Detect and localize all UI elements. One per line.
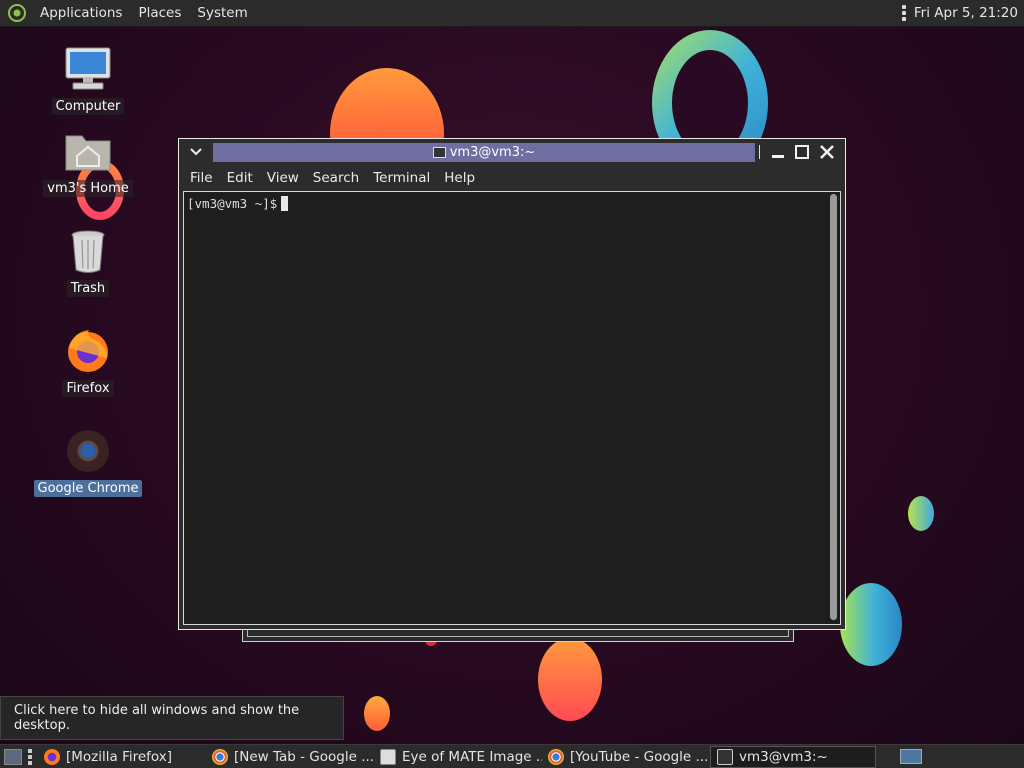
wallpaper-small-orange-blob — [364, 696, 390, 731]
bottom-panel: [Mozilla Firefox] [New Tab - Google ... … — [0, 744, 1024, 768]
desktop-icon-home[interactable]: vm3's Home — [33, 126, 143, 197]
chevron-down-icon — [190, 148, 202, 156]
terminal-scrollbar[interactable] — [830, 194, 837, 620]
desktop-icon-computer[interactable]: Computer — [33, 44, 143, 115]
text-cursor — [281, 196, 289, 211]
desktop-icon-label: Trash — [66, 280, 110, 297]
chrome-icon — [63, 426, 113, 476]
clock[interactable]: Fri Apr 5, 21:20 — [914, 5, 1018, 21]
terminal-icon — [432, 147, 446, 158]
wallpaper-small-green-blob — [908, 496, 934, 531]
image-viewer-icon — [380, 748, 396, 765]
system-menu[interactable]: System — [189, 5, 255, 21]
tooltip-text: Click here to hide all windows and show … — [14, 703, 300, 733]
menu-terminal[interactable]: Terminal — [366, 170, 437, 186]
computer-icon — [63, 44, 113, 94]
menu-search[interactable]: Search — [306, 170, 366, 186]
desktop-icon-trash[interactable]: Trash — [33, 226, 143, 297]
firefox-icon — [63, 326, 113, 376]
close-icon — [820, 145, 834, 159]
wallpaper-green-blob — [840, 583, 902, 666]
chrome-icon — [212, 748, 228, 765]
task-label: [Mozilla Firefox] — [66, 748, 173, 765]
places-menu[interactable]: Places — [130, 5, 189, 21]
taskbar-item-terminal[interactable]: vm3@vm3:~ — [710, 745, 876, 768]
panel-handle-icon[interactable] — [901, 5, 906, 21]
minimize-icon — [772, 155, 784, 158]
taskbar-item-chrome-youtube[interactable]: [YouTube - Google ... — [542, 746, 710, 768]
maximize-button[interactable] — [791, 142, 813, 162]
minimize-button[interactable] — [767, 142, 789, 162]
desktop-icon-label: Google Chrome — [33, 480, 143, 497]
chrome-icon — [548, 748, 564, 765]
terminal-icon — [717, 748, 733, 765]
task-label: vm3@vm3:~ — [739, 748, 828, 765]
desktop-icon-label: Firefox — [62, 380, 114, 397]
menu-edit[interactable]: Edit — [220, 170, 260, 186]
trash-icon — [63, 226, 113, 276]
taskbar-item-chrome-newtab[interactable]: [New Tab - Google ... — [206, 746, 374, 768]
mate-logo-icon[interactable] — [8, 4, 26, 22]
shell-prompt-line: [vm3@vm3 ~]$ — [187, 196, 289, 211]
top-panel: Applications Places System Fri Apr 5, 21… — [0, 0, 1024, 27]
task-label: Eye of MATE Image ... — [402, 748, 542, 765]
taskbar-item-firefox[interactable]: [Mozilla Firefox] — [38, 746, 206, 768]
terminal-output[interactable]: [vm3@vm3 ~]$ — [183, 191, 841, 625]
maximize-icon — [795, 145, 809, 159]
applications-menu[interactable]: Applications — [32, 5, 130, 21]
close-button[interactable] — [816, 142, 838, 162]
window-menu-button[interactable] — [183, 142, 209, 162]
workspace-switcher[interactable] — [900, 749, 922, 764]
desktop-icon-label: vm3's Home — [43, 180, 133, 197]
wallpaper-orange-blob-bottom — [538, 638, 602, 721]
shell-prompt: [vm3@vm3 ~]$ — [187, 196, 278, 211]
taskbar-item-eye-of-mate[interactable]: Eye of MATE Image ... — [374, 746, 542, 768]
desktop-icon-label: Computer — [51, 98, 125, 115]
window-titlebar[interactable]: vm3@vm3:~ — [179, 139, 845, 165]
scrollbar-thumb[interactable] — [830, 194, 837, 620]
menu-view[interactable]: View — [260, 170, 306, 186]
task-label: [YouTube - Google ... — [570, 748, 709, 765]
desktop-icon-firefox[interactable]: Firefox — [33, 326, 143, 397]
window-title-text: vm3@vm3:~ — [449, 145, 536, 160]
window-title: vm3@vm3:~ — [213, 143, 755, 162]
terminal-menubar: File Edit View Search Terminal Help — [183, 165, 841, 191]
panel-handle-icon[interactable] — [28, 748, 32, 765]
show-desktop-tooltip: Click here to hide all windows and show … — [0, 696, 344, 740]
terminal-window[interactable]: vm3@vm3:~ File Edit View Search Terminal… — [178, 138, 846, 630]
task-label: [New Tab - Google ... — [234, 748, 374, 765]
desktop-icon-chrome[interactable]: Google Chrome — [33, 426, 143, 497]
menu-file[interactable]: File — [183, 170, 220, 186]
titlebar-separator — [759, 145, 760, 159]
show-desktop-button[interactable] — [4, 748, 22, 765]
firefox-icon — [44, 748, 60, 765]
home-folder-icon — [63, 126, 113, 176]
menu-help[interactable]: Help — [437, 170, 482, 186]
